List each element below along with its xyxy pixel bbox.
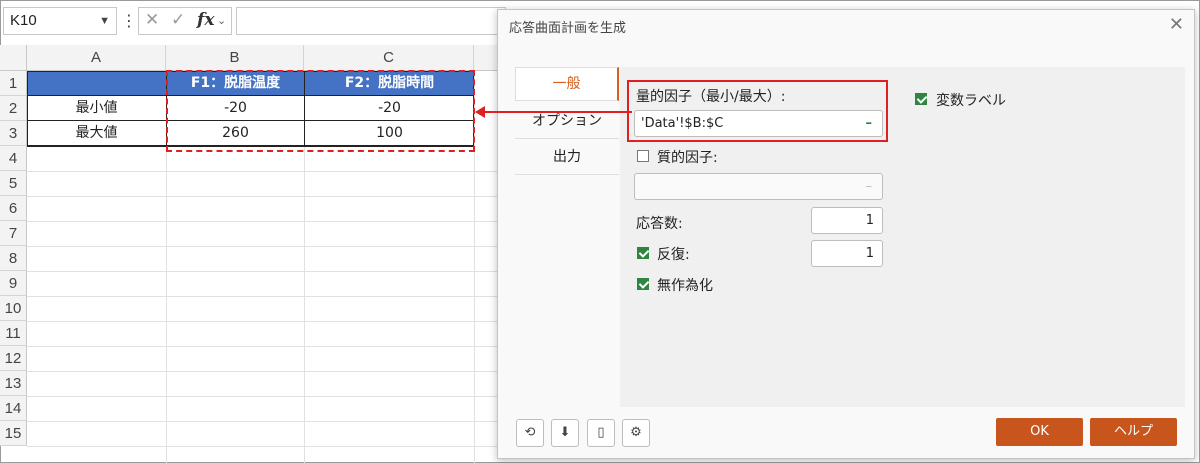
formula-controls: ✕ ✓ fx ⌄: [138, 7, 232, 35]
row-header[interactable]: 10: [0, 296, 27, 321]
gridline: [27, 396, 507, 397]
gridline: [27, 271, 507, 272]
row-header[interactable]: 2: [0, 96, 27, 121]
cancel-icon[interactable]: ✕: [145, 10, 159, 30]
quantitative-highlight-box: [627, 80, 888, 142]
row-header[interactable]: 8: [0, 246, 27, 271]
more-options-icon[interactable]: ⋮: [121, 8, 137, 34]
randomize-label: 無作為化: [657, 278, 713, 294]
range-select-icon[interactable]: –: [866, 174, 873, 199]
row-header[interactable]: 4: [0, 146, 27, 171]
variable-labels-label: 変数ラベル: [936, 93, 1006, 109]
name-box-value: K10: [10, 12, 37, 29]
gridline: [27, 321, 507, 322]
highlight-arrow-line: [484, 111, 632, 113]
response-surface-dialog: 応答曲面計画を生成 ✕ 一般 オプション 出力: [497, 9, 1195, 459]
column-header-c[interactable]: C: [304, 45, 474, 71]
qualitative-factors-label: 質的因子:: [657, 150, 718, 166]
gridline: [27, 196, 507, 197]
name-box[interactable]: K10 ▼: [3, 7, 117, 35]
tab-output[interactable]: 出力: [515, 139, 619, 175]
insert-function-icon[interactable]: fx: [197, 10, 214, 30]
row-header[interactable]: 12: [0, 346, 27, 371]
reset-icon[interactable]: ⟲: [516, 419, 544, 447]
row-header[interactable]: 7: [0, 221, 27, 246]
chevron-down-icon[interactable]: ⌄: [217, 14, 226, 27]
randomize-checkbox[interactable]: [637, 278, 649, 290]
help-button[interactable]: ヘルプ: [1090, 418, 1177, 446]
row-header[interactable]: 11: [0, 321, 27, 346]
column-header-a[interactable]: A: [27, 45, 166, 71]
download-icon[interactable]: ⬇: [551, 419, 579, 447]
chevron-down-icon[interactable]: ▼: [99, 8, 110, 34]
gear-icon[interactable]: ⚙: [622, 419, 650, 447]
row-header[interactable]: 5: [0, 171, 27, 196]
qualitative-factors-checkbox[interactable]: [637, 150, 649, 162]
dialog-title: 応答曲面計画を生成: [509, 21, 627, 36]
gridline: [27, 371, 507, 372]
tab-general[interactable]: 一般: [515, 67, 619, 101]
gridline: [27, 171, 507, 172]
tab-options[interactable]: オプション: [515, 103, 619, 139]
gridline: [27, 421, 507, 422]
row-header[interactable]: 14: [0, 396, 27, 421]
dialog-tabs: 一般 オプション 出力: [515, 67, 619, 175]
row-header[interactable]: 3: [0, 121, 27, 146]
select-all-corner[interactable]: [0, 45, 27, 71]
gridline: [27, 246, 507, 247]
responses-label: 応答数:: [636, 216, 683, 232]
row-header[interactable]: 13: [0, 371, 27, 396]
row-header[interactable]: 15: [0, 421, 27, 446]
row-header[interactable]: 1: [0, 71, 27, 96]
ok-button[interactable]: OK: [996, 418, 1083, 446]
mouse-icon[interactable]: ▯: [587, 419, 615, 447]
row-header[interactable]: 9: [0, 271, 27, 296]
formula-input[interactable]: [236, 7, 506, 35]
gridline: [27, 296, 507, 297]
range-selection-highlight: [166, 70, 475, 152]
row-header[interactable]: 6: [0, 196, 27, 221]
highlight-arrow-head: [475, 106, 485, 118]
replicates-input[interactable]: 1: [811, 240, 883, 267]
variable-labels-checkbox[interactable]: [915, 93, 927, 105]
gridline: [27, 346, 507, 347]
confirm-icon[interactable]: ✓: [171, 10, 185, 30]
close-icon[interactable]: ✕: [1169, 14, 1184, 35]
gridline: [27, 221, 507, 222]
column-header-b[interactable]: B: [166, 45, 304, 71]
responses-input[interactable]: 1: [811, 207, 883, 234]
qualitative-factors-input[interactable]: –: [634, 173, 883, 200]
replicates-label: 反復:: [657, 247, 690, 263]
replicates-checkbox[interactable]: [637, 247, 649, 259]
gridline: [27, 446, 507, 447]
